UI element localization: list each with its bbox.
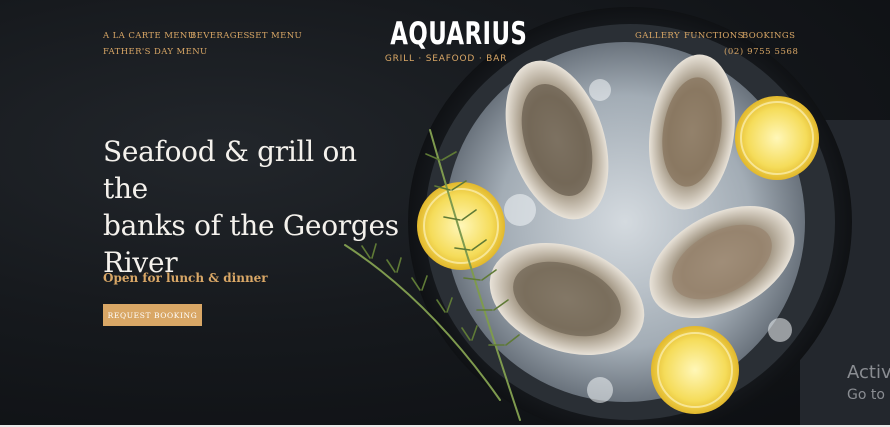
nav-beverages[interactable]: BEVERAGES bbox=[190, 31, 250, 41]
nav-set-menu[interactable]: SET MENU bbox=[249, 31, 302, 41]
request-booking-button[interactable]: REQUEST BOOKING bbox=[103, 304, 202, 326]
phone-number[interactable]: (02) 9755 5568 bbox=[724, 47, 799, 57]
activation-watermark-line1: Activ bbox=[847, 362, 890, 383]
headline-line: banks of the Georges bbox=[103, 209, 399, 242]
hero-headline: Seafood & grill on the banks of the Geor… bbox=[103, 133, 403, 281]
hero-subline: Open for lunch & dinner bbox=[103, 271, 268, 285]
nav-a-la-carte-menu[interactable]: A LA CARTE MENU bbox=[103, 31, 195, 41]
nav-functions[interactable]: FUNCTIONS bbox=[684, 31, 744, 41]
logo-tagline: GRILL · SEAFOOD · BAR bbox=[384, 54, 508, 64]
nav-fathers-day-menu[interactable]: FATHER'S DAY MENU bbox=[103, 47, 208, 57]
site-logo[interactable]: AQUARIUS GRILL · SEAFOOD · BAR bbox=[378, 14, 528, 65]
headline-line: Seafood & grill on the bbox=[103, 135, 357, 205]
nav-bookings[interactable]: BOOKINGS bbox=[742, 31, 795, 41]
nav-gallery[interactable]: GALLERY bbox=[635, 31, 680, 41]
activation-watermark-line2: Go to bbox=[847, 387, 885, 403]
hero-section: A LA CARTE MENU BEVERAGES SET MENU FATHE… bbox=[0, 0, 890, 427]
logo-wordmark: AQUARIUS bbox=[390, 16, 528, 52]
